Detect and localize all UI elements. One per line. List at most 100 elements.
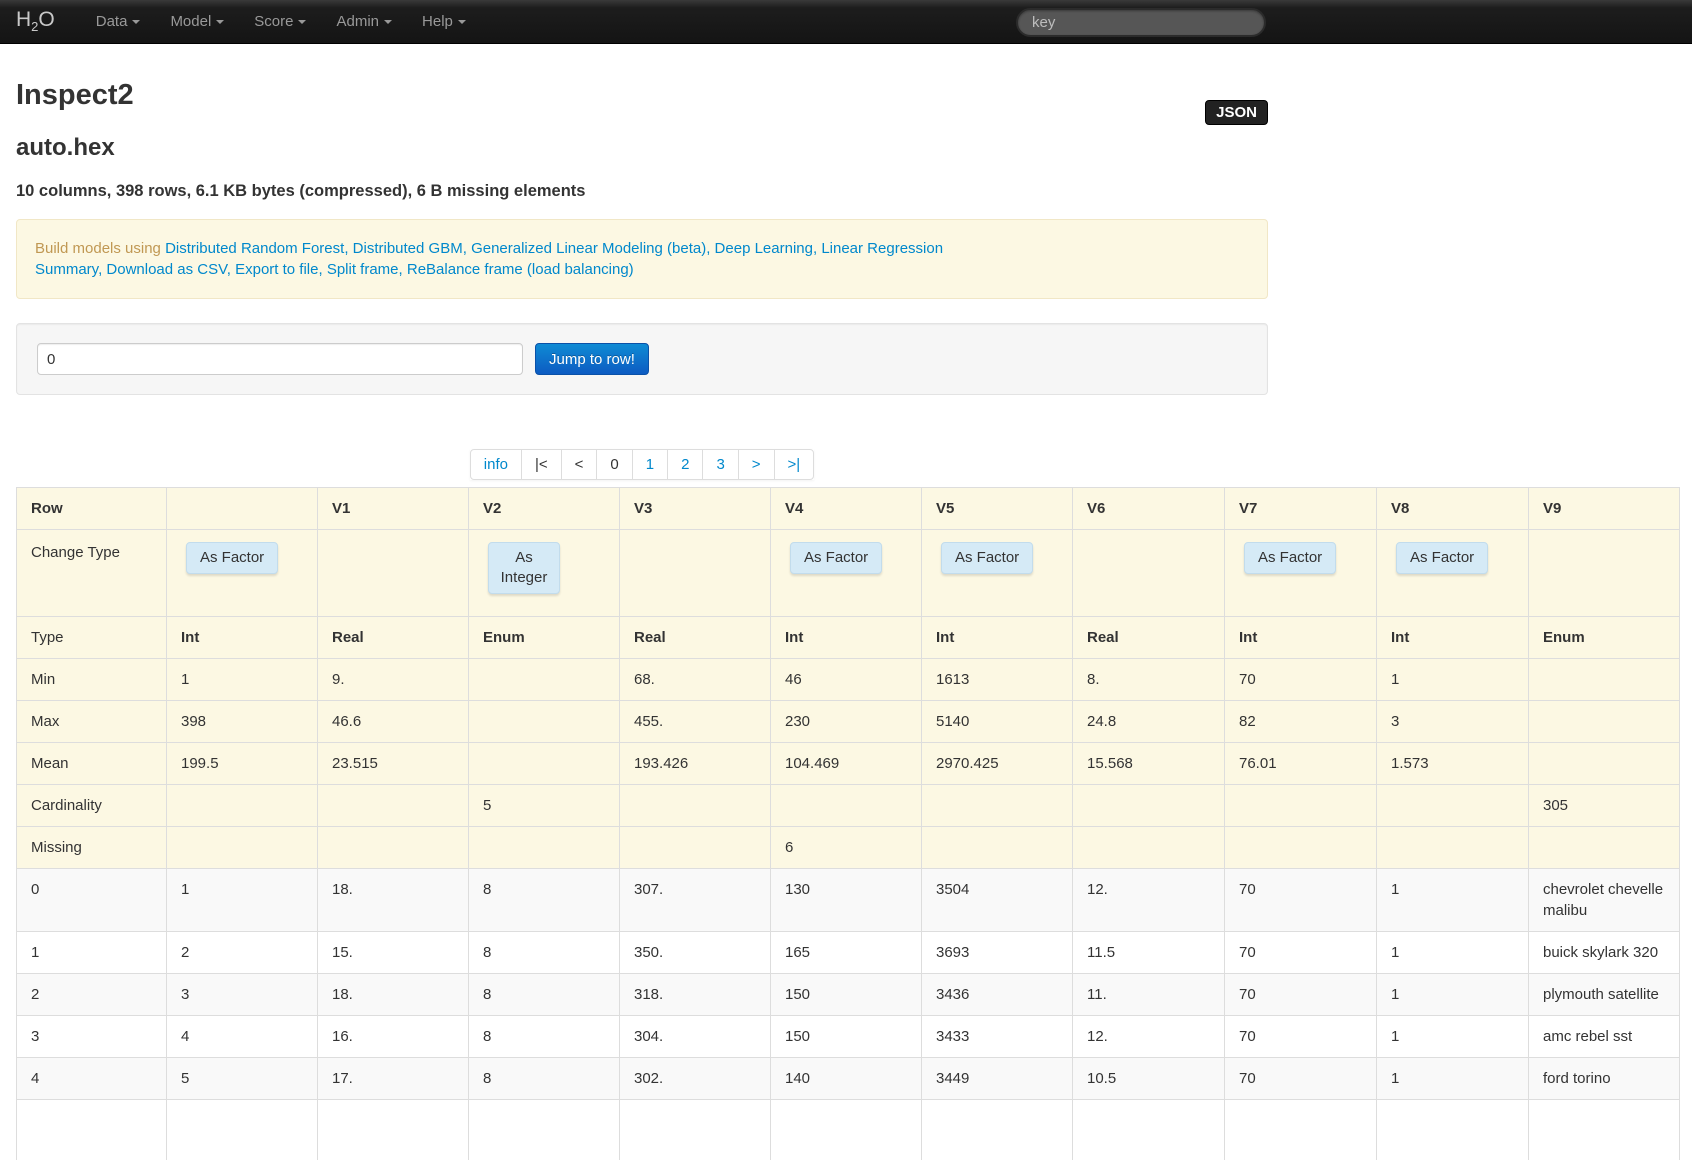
page-button-first[interactable]: |< [520,449,562,480]
row-label: Type [16,616,167,659]
nav-menu-score[interactable]: Score [239,0,321,43]
nav-menu-help[interactable]: Help [407,0,481,43]
row-label: Min [16,658,167,701]
stat-cell: 68. [619,658,771,701]
nav-menu-data[interactable]: Data [81,0,156,43]
data-cell [166,1099,318,1160]
page-content: JSON Inspect2 auto.hex 10 columns, 398 r… [16,78,1268,480]
data-cell: 1 [1376,973,1529,1016]
as-factor-button-col9[interactable]: As Factor [1396,542,1489,574]
page-button-next[interactable]: > [737,449,775,480]
action-link-rebalance-frame-load-balancing[interactable]: ReBalance frame (load balancing) [407,261,634,278]
page-button-prev[interactable]: < [560,449,598,480]
as-factor-button-col1[interactable]: As Factor [186,542,279,574]
change-type-cell: As Factor [770,529,922,617]
data-cell [619,1099,771,1160]
jump-to-row-input[interactable] [37,343,523,375]
navbar-search-input[interactable] [1016,8,1266,37]
action-link-summary[interactable]: Summary [35,261,98,278]
row-label: 0 [16,868,167,932]
data-cell: 350. [619,931,771,974]
stat-cell: 23.515 [317,742,469,785]
data-cell: 8 [468,973,620,1016]
stat-cell [1528,742,1680,785]
table-row: 1 2 15. 8 350. 165 3693 11.5 70 1 buick skylark 32… [16,931,1680,974]
table-row: 2 3 18. 8 318. 150 3436 11. 70 1 plymouth satellit… [16,973,1680,1016]
stat-cell: 305 [1528,784,1680,827]
nav-item-score: Score [239,0,321,43]
data-cell: 70 [1224,1057,1377,1100]
link-separator: , [398,261,407,278]
action-link-download-as-csv[interactable]: Download as CSV [106,261,226,278]
page-item-page-1: 1 [631,449,669,480]
row-label: 1 [16,931,167,974]
nav-item-data: Data [81,0,156,43]
page-button-page-1[interactable]: 1 [631,449,669,480]
data-cell [1376,1099,1529,1160]
page-button-page-0[interactable]: 0 [596,449,633,480]
action-link-export-to-file[interactable]: Export to file [235,261,318,278]
change-type-cell: As Integer [468,529,620,617]
h2o-logo[interactable]: H2O [16,8,55,34]
data-cell: 1 [1376,1057,1529,1100]
nav-menu-admin[interactable]: Admin [321,0,407,43]
data-cell: 1 [1376,868,1529,932]
build-link-distributed-random-forest[interactable]: Distributed Random Forest [165,240,344,257]
page-button-page-3[interactable]: 3 [702,449,739,480]
stat-cell [1224,784,1377,827]
data-cell: 165 [770,931,922,974]
as-factor-button-col8[interactable]: As Factor [1244,542,1337,574]
stat-cell: Int [921,616,1073,659]
build-models-bar: Build models using Distributed Random Fo… [16,219,1268,299]
caret-down-icon [384,19,393,24]
stat-cell: 82 [1224,700,1377,743]
stat-cell [166,826,318,869]
stat-cell [921,784,1073,827]
pagination-wrap: info |< <0 1 2 3 > >| [16,449,1268,480]
data-cell: 70 [1224,1015,1377,1058]
data-cell: 3436 [921,973,1073,1016]
nav-menu-model[interactable]: Model [155,0,239,43]
mean-row: Mean 199.5 23.515 193.426 104.469 2970.425 15.… [16,742,1680,785]
data-cell: 70 [1224,868,1377,932]
link-separator: , [226,261,236,278]
page-button-page-2[interactable]: 2 [667,449,704,480]
data-cell: 140 [770,1057,922,1100]
data-cell: 2 [166,931,318,974]
data-cell: 8 [468,1015,620,1058]
data-cell [1224,1099,1377,1160]
row-label: Change Type [16,529,167,617]
page-button-last[interactable]: >| [773,449,815,480]
data-cell: 11.5 [1072,931,1225,974]
stat-cell: 6 [770,826,922,869]
cardinality-row: Cardinality 5 305 [16,784,1680,827]
row-label: 4 [16,1057,167,1100]
build-link-generalized-linear-modeling-beta[interactable]: Generalized Linear Modeling (beta) [471,240,706,257]
header-cell: V8 [1376,487,1529,530]
as-factor-button-col5[interactable]: As Factor [790,542,883,574]
page-item-first: |< [520,449,562,480]
data-cell: 304. [619,1015,771,1058]
jump-to-row-button[interactable]: Jump to row! [535,343,649,375]
stat-cell [1376,826,1529,869]
build-link-linear-regression[interactable]: Linear Regression [821,240,943,257]
stat-cell: 15.568 [1072,742,1225,785]
json-button[interactable]: JSON [1205,100,1268,125]
data-cell: amc rebel sst [1528,1015,1680,1058]
link-separator: , [706,240,715,257]
build-link-distributed-gbm[interactable]: Distributed GBM [353,240,463,257]
stat-cell: 46 [770,658,922,701]
build-link-deep-learning[interactable]: Deep Learning [715,240,813,257]
page-button-info[interactable]: info [469,449,522,480]
data-cell: buick skylark 320 [1528,931,1680,974]
page-item-prev: < [560,449,598,480]
data-cell: 17. [317,1057,469,1100]
stat-cell [619,784,771,827]
action-link-split-frame[interactable]: Split frame [327,261,399,278]
stat-cell [1528,700,1680,743]
as-integer-button-col3[interactable]: As Integer [488,542,560,594]
stat-cell: 104.469 [770,742,922,785]
data-cell: 307. [619,868,771,932]
stat-cell: 5140 [921,700,1073,743]
as-factor-button-col6[interactable]: As Factor [941,542,1034,574]
